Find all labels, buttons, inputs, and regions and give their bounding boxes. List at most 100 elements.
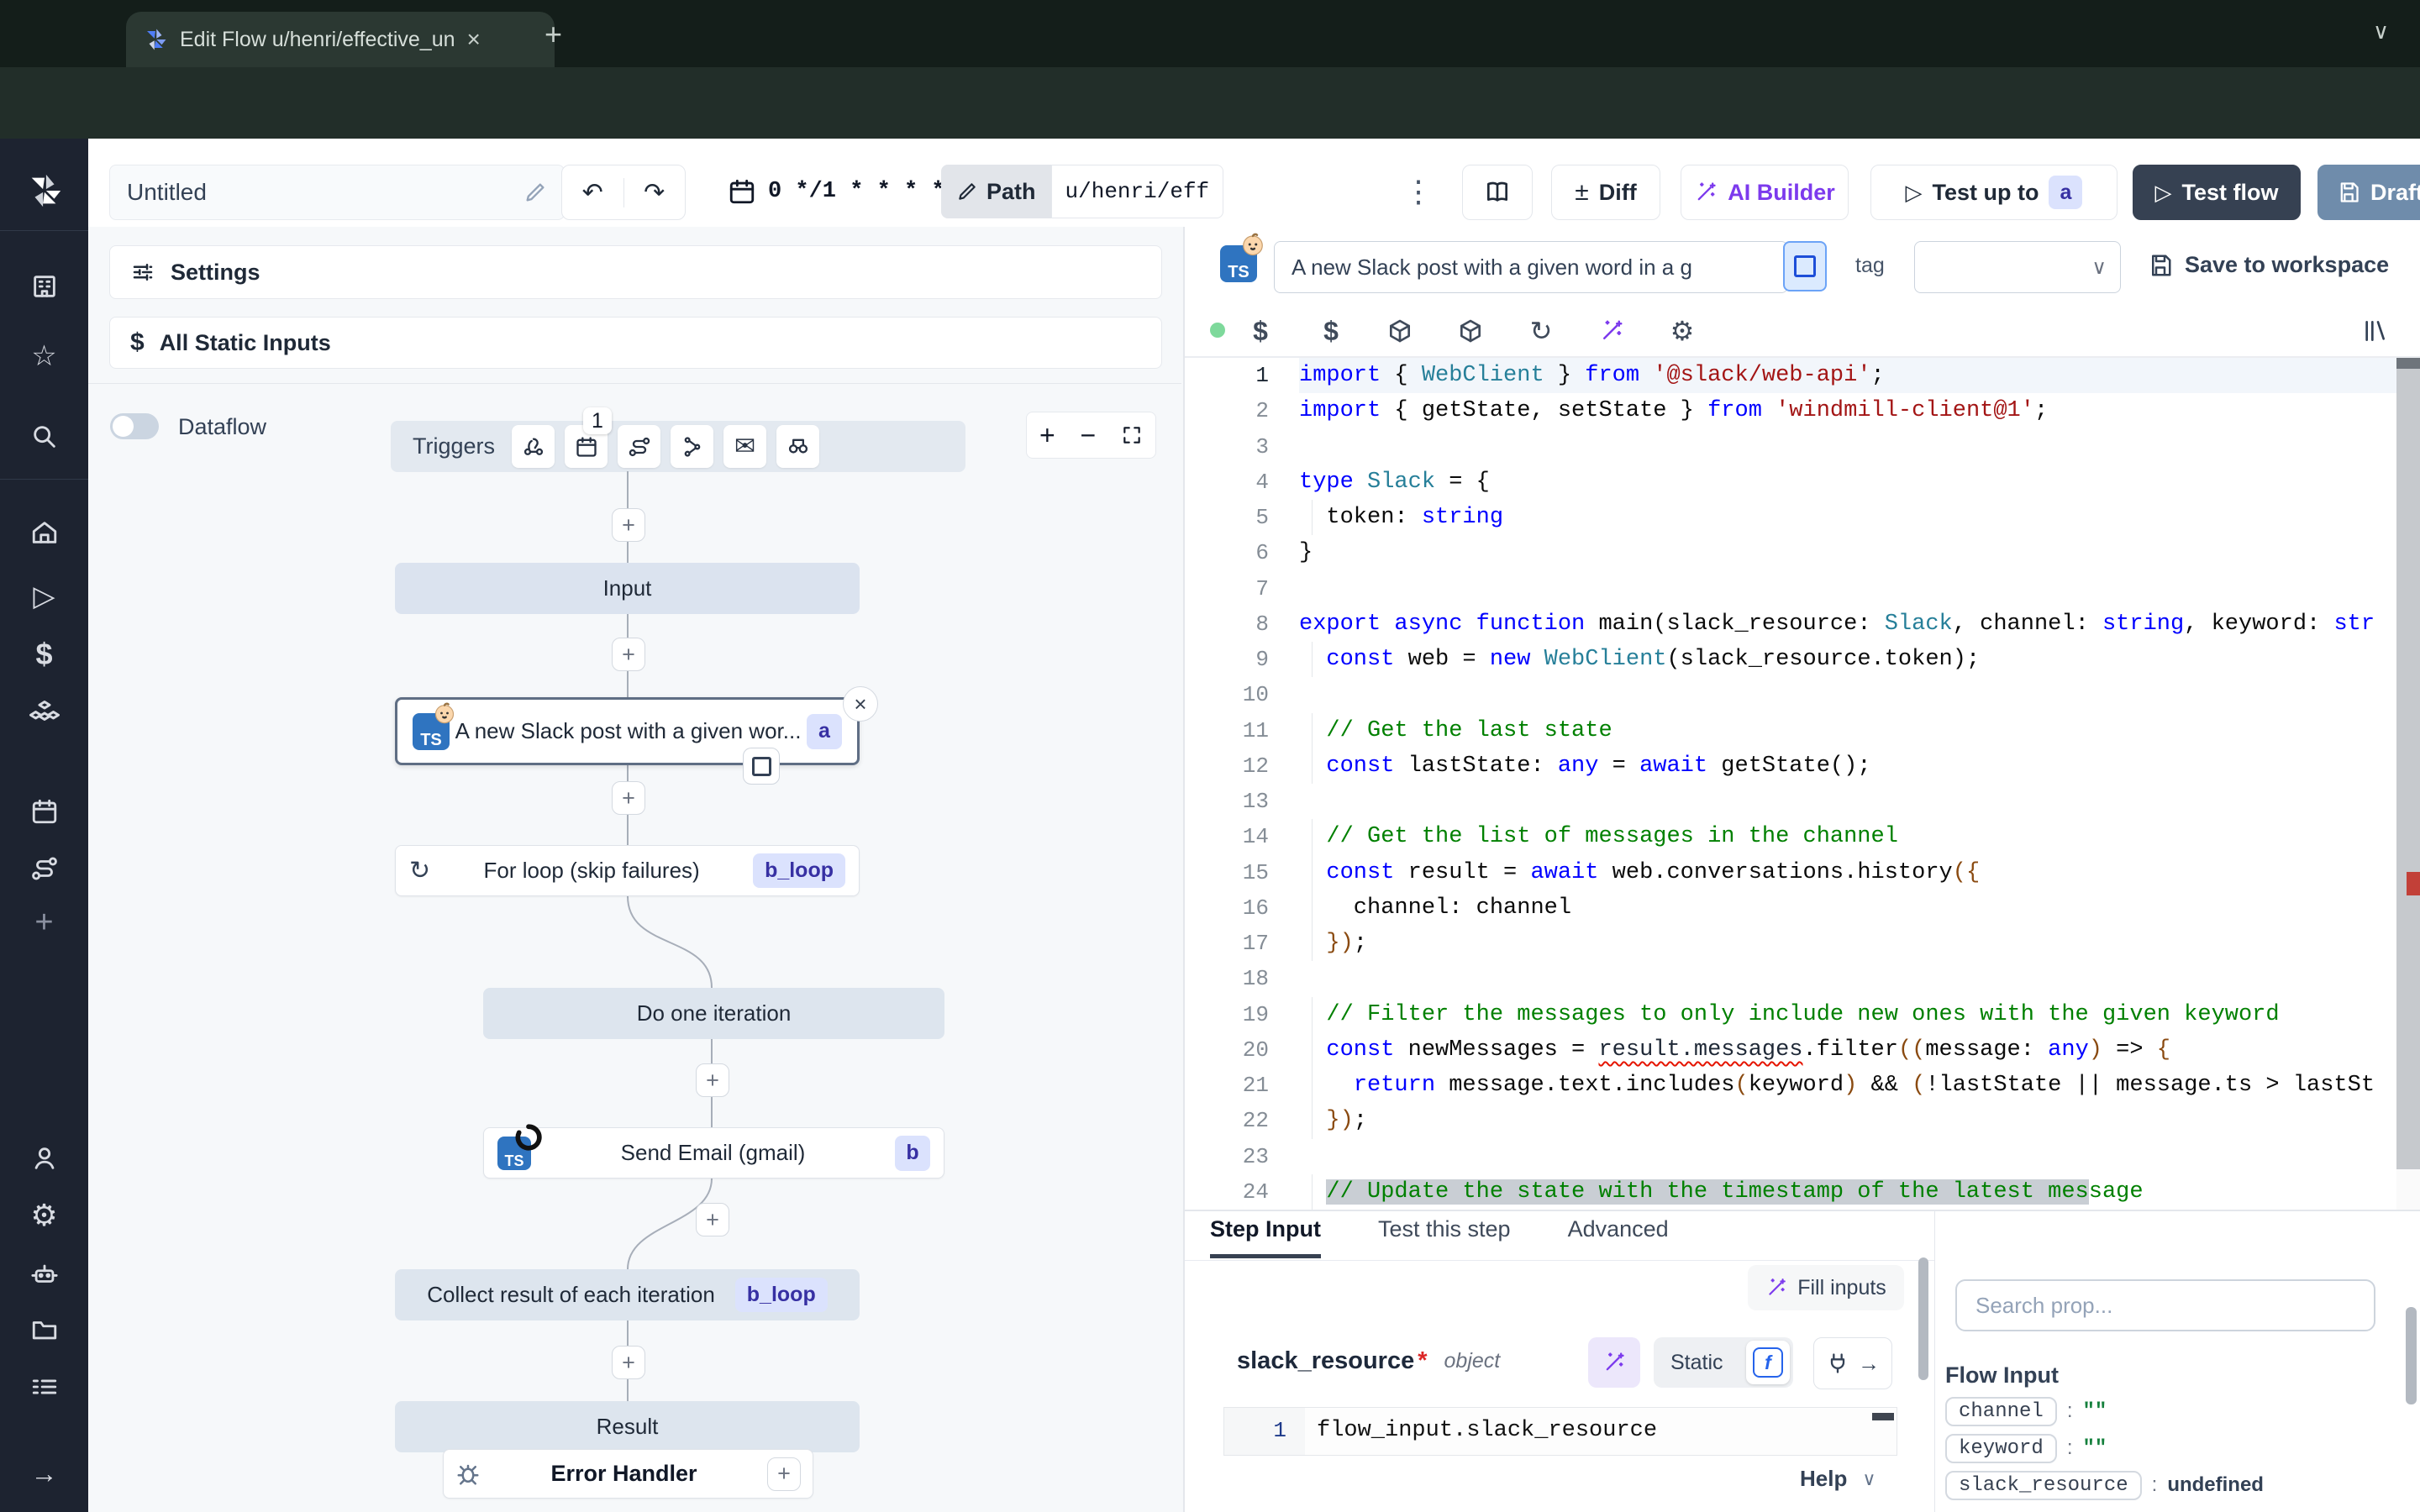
expression-code[interactable]: flow_input.slack_resource xyxy=(1305,1408,1657,1455)
path-value[interactable]: u/henri/eff xyxy=(1051,165,1224,218)
sidebar-item-runs[interactable]: ▷ xyxy=(0,573,88,620)
tag-select[interactable]: ∨ xyxy=(1914,241,2121,293)
test-flow-button[interactable]: ▷ Test flow xyxy=(2133,165,2301,220)
flow-node-collect-result[interactable]: Collect result of each iteration b_loop xyxy=(395,1269,860,1320)
flow-name-input[interactable]: Untitled xyxy=(109,165,565,220)
test-up-to-button[interactable]: ▷ Test up to a xyxy=(1870,165,2118,220)
fill-inputs-button[interactable]: Fill inputs xyxy=(1748,1265,1904,1310)
editor-scrollbar-thumb[interactable] xyxy=(2396,361,2420,1169)
step-badge: a xyxy=(2049,176,2082,209)
add-step-button[interactable]: + xyxy=(696,1203,729,1236)
bottom-panel-divider xyxy=(1185,1210,2420,1211)
sidebar-item-workspace[interactable] xyxy=(0,263,88,310)
flow-node-forloop[interactable]: ↻ For loop (skip failures) b_loop xyxy=(395,845,860,896)
editor-widget-handle[interactable] xyxy=(1872,1413,1894,1420)
step-name-input[interactable]: A new Slack post with a given word in a … xyxy=(1274,241,1788,293)
docs-button[interactable] xyxy=(1462,165,1533,220)
browser-tab[interactable]: Edit Flow u/henri/effective_un × xyxy=(126,12,555,67)
code-line: 17 }); xyxy=(1185,926,2420,961)
kafka-trigger-icon[interactable] xyxy=(671,425,713,468)
email-trigger-icon[interactable]: ✉ xyxy=(723,425,766,468)
package-icon[interactable] xyxy=(1381,314,1418,348)
ai-fill-button[interactable] xyxy=(1588,1337,1640,1388)
tab-close-icon[interactable]: × xyxy=(467,26,481,53)
sidebar-item-settings[interactable]: ⚙ xyxy=(0,1192,88,1239)
save-to-workspace-button[interactable]: Save to workspace xyxy=(2148,252,2389,278)
sidebar-item-home[interactable] xyxy=(0,509,88,556)
path-control[interactable]: Path u/henri/eff xyxy=(941,165,1223,218)
http-route-trigger-icon[interactable] xyxy=(618,425,660,468)
all-static-inputs-card[interactable]: $ All Static Inputs xyxy=(109,317,1162,369)
sidebar-item-resources[interactable] xyxy=(0,690,88,737)
flow-input-row[interactable]: slack_resource:undefined xyxy=(1945,1467,2399,1504)
tab-advanced[interactable]: Advanced xyxy=(1568,1216,1669,1258)
triggers-bar[interactable]: Triggers ✉ xyxy=(391,421,965,472)
tab-search-chevron-icon[interactable]: ∨ xyxy=(2373,18,2389,45)
sidebar-item-users[interactable] xyxy=(0,1135,88,1182)
webhook-trigger-icon[interactable] xyxy=(512,425,555,468)
sidebar-item-search[interactable] xyxy=(0,413,88,460)
add-step-button[interactable]: + xyxy=(612,508,645,542)
settings-gear-icon[interactable]: ⚙ xyxy=(1664,314,1701,348)
flow-node-slack-step[interactable]: TS A new Slack post with a given wor... … xyxy=(395,697,860,765)
add-step-button[interactable]: + xyxy=(696,1063,729,1097)
delete-node-button[interactable]: × xyxy=(843,686,878,722)
dataflow-toggle[interactable] xyxy=(110,413,159,439)
zoom-out-button[interactable]: − xyxy=(1081,420,1097,451)
expression-editor[interactable]: 1 flow_input.slack_resource xyxy=(1223,1407,1897,1456)
undo-button[interactable]: ↶ xyxy=(562,178,623,207)
sidebar-item-folders[interactable] xyxy=(0,1306,88,1353)
websocket-trigger-icon[interactable] xyxy=(776,425,819,468)
sidebar-item-ai[interactable] xyxy=(0,1251,88,1298)
sidebar-collapse-arrow[interactable]: → xyxy=(0,1450,88,1497)
sidebar-item-logs[interactable] xyxy=(0,1363,88,1410)
sidebar-item-variables[interactable]: $ xyxy=(0,631,88,678)
redo-button[interactable]: ↷ xyxy=(623,178,686,207)
help-button[interactable]: Help ∨ xyxy=(1800,1466,1876,1492)
schedule-chip[interactable]: 0 */1 * * * * xyxy=(728,165,945,218)
tab-test-this-step[interactable]: Test this step xyxy=(1378,1216,1511,1258)
flow-node-error-handler[interactable]: Error Handler + xyxy=(443,1449,813,1499)
search-prop-input[interactable] xyxy=(1955,1279,2375,1331)
sidebar-item-add[interactable]: + xyxy=(0,899,88,946)
stop-after-step-toggle[interactable] xyxy=(1783,241,1827,291)
save-icon xyxy=(2337,181,2360,204)
library-icon[interactable] xyxy=(2356,314,2393,348)
flow-input-row[interactable]: channel:"" xyxy=(1945,1393,2399,1430)
reload-icon[interactable]: ↻ xyxy=(1523,314,1560,348)
flow-settings-card[interactable]: Settings xyxy=(109,245,1162,299)
add-step-button[interactable]: + xyxy=(612,781,645,815)
windmill-logo[interactable] xyxy=(0,167,88,214)
sidebar-item-favorites[interactable]: ☆ xyxy=(0,333,88,380)
javascript-mode-active[interactable]: f xyxy=(1746,1341,1790,1384)
zoom-in-button[interactable]: + xyxy=(1039,420,1055,451)
add-step-button[interactable]: + xyxy=(612,638,645,671)
add-error-handler-button[interactable]: + xyxy=(767,1457,801,1491)
flow-node-send-email[interactable]: TS Send Email (gmail) b xyxy=(483,1127,944,1179)
edit-pencil-icon xyxy=(956,181,978,202)
connect-input-button[interactable]: → xyxy=(1813,1337,1892,1389)
fit-view-icon[interactable] xyxy=(1121,424,1143,446)
package-icon[interactable] xyxy=(1452,314,1489,348)
flow-node-result[interactable]: Result xyxy=(395,1401,860,1452)
draft-button[interactable]: Draft xyxy=(2317,165,2420,220)
stop-after-step-button[interactable] xyxy=(743,748,780,785)
variable-picker-icon[interactable]: $ xyxy=(1242,314,1279,348)
resource-picker-icon[interactable]: $ xyxy=(1313,314,1349,348)
flow-node-input[interactable]: Input xyxy=(395,563,860,614)
ai-builder-button[interactable]: AI Builder xyxy=(1681,165,1849,220)
diff-button[interactable]: ± Diff xyxy=(1551,165,1660,220)
scrollbar-thumb[interactable] xyxy=(1918,1257,1928,1380)
add-step-button[interactable]: + xyxy=(612,1346,645,1379)
sidebar-item-schedules[interactable] xyxy=(0,788,88,835)
code-editor[interactable]: 1import { WebClient } from '@slack/web-a… xyxy=(1185,358,2420,1210)
tab-step-input[interactable]: Step Input xyxy=(1210,1216,1321,1258)
scrollbar-thumb[interactable] xyxy=(2406,1307,2417,1404)
flow-node-do-one-iteration[interactable]: Do one iteration xyxy=(483,988,944,1039)
ai-wand-icon[interactable] xyxy=(1593,314,1630,348)
sidebar-item-triggers[interactable] xyxy=(0,845,88,892)
input-mode-toggle[interactable]: Static f xyxy=(1654,1337,1793,1388)
flow-input-row[interactable]: keyword:"" xyxy=(1945,1430,2399,1467)
more-menu-button[interactable]: ⋮ xyxy=(1400,165,1437,218)
new-tab-button[interactable]: + xyxy=(544,17,562,52)
